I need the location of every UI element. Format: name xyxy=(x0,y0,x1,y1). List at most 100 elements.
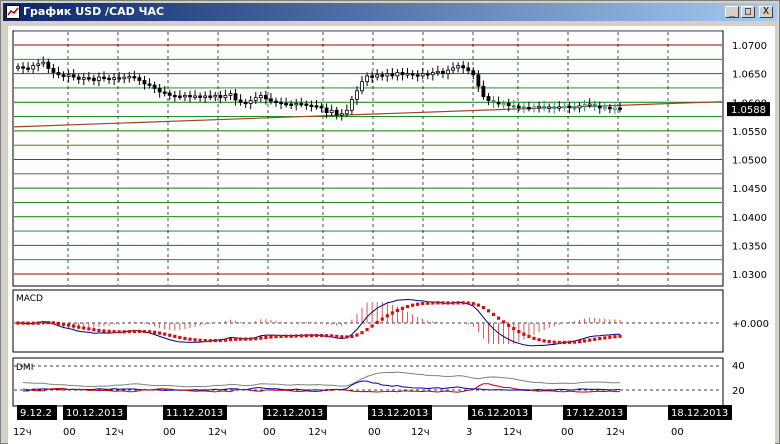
macd-signal-dot xyxy=(213,338,217,343)
candle-body xyxy=(31,65,36,70)
time-tick-label: 00 xyxy=(163,427,176,438)
current-price-label: 1.0588 xyxy=(731,105,766,116)
candle-body xyxy=(16,66,20,69)
macd-signal-dot xyxy=(608,335,612,339)
macd-panel-frame xyxy=(12,289,724,353)
candle-body xyxy=(162,91,167,94)
macd-signal-dot xyxy=(491,312,496,316)
macd-signal-dot xyxy=(92,328,96,332)
macd-signal-dot xyxy=(309,333,314,338)
candle-body xyxy=(213,94,218,98)
chart-canvas[interactable]: 1.07001.06501.06001.05501.05001.04501.04… xyxy=(8,26,775,444)
candle-body xyxy=(516,105,521,109)
candle-body xyxy=(385,73,390,77)
close-button[interactable]: X xyxy=(759,6,773,18)
candle-body xyxy=(597,105,602,109)
date-label: 18.12.2013 xyxy=(671,408,728,419)
price-level-label: 1.0650 xyxy=(732,70,767,81)
macd-signal-dot xyxy=(618,334,622,338)
macd-title: MACD xyxy=(16,294,43,304)
candle-body xyxy=(466,67,471,72)
candle-body xyxy=(299,102,304,106)
candle-body xyxy=(344,109,349,115)
macd-signal-dot xyxy=(72,324,76,328)
candle-body xyxy=(410,73,415,76)
candle-body xyxy=(456,65,461,69)
macd-signal-dot xyxy=(264,335,268,340)
macd-signal-dot xyxy=(345,335,349,339)
candle-body xyxy=(243,101,248,105)
candle-body xyxy=(71,74,76,78)
candle-body xyxy=(451,67,455,71)
maximize-button[interactable]: □ xyxy=(741,6,755,18)
candle-body xyxy=(203,95,208,98)
macd-signal-dot xyxy=(365,327,369,332)
price-axis: 1.07001.06501.06001.05501.05001.04501.04… xyxy=(732,41,767,281)
time-tick-label: 12ч xyxy=(503,427,522,438)
macd-signal-dot xyxy=(173,334,177,338)
candle-body xyxy=(395,72,400,77)
candle-body xyxy=(349,98,354,111)
macd-signal-dot xyxy=(289,334,293,338)
date-label: 16.12.2013 xyxy=(471,408,528,419)
chart-window: График USD /CAD ЧАС _ □ X 1.0700 1.0650 1.… xyxy=(0,0,780,444)
candle-body xyxy=(269,98,273,102)
date-label: 11.12.2013 xyxy=(166,408,223,419)
macd-signal-dot xyxy=(360,331,364,335)
candle-body xyxy=(238,99,243,103)
macd-signal-dot xyxy=(330,334,334,338)
candle-body xyxy=(81,77,86,80)
candle-body xyxy=(137,77,142,81)
time-tick-label: 00 xyxy=(263,427,276,438)
time-tick-label: 12ч xyxy=(13,427,32,438)
candle-body xyxy=(471,70,476,76)
candle-body xyxy=(304,103,309,106)
macd-signal-dot xyxy=(436,301,440,305)
macd-signal-dot xyxy=(36,321,40,325)
candle-body xyxy=(425,73,430,76)
candle-body xyxy=(587,103,592,106)
macd-signal-dot xyxy=(46,321,50,325)
candle-body xyxy=(117,77,122,80)
candle-body xyxy=(567,105,572,109)
candle-body xyxy=(107,77,111,81)
macd-signal-dot xyxy=(299,334,303,338)
macd-signal-dot xyxy=(370,324,374,328)
candle-body xyxy=(572,107,577,110)
macd-signal-dot xyxy=(31,321,35,325)
candle-body xyxy=(248,100,253,104)
macd-signal-dot xyxy=(238,337,243,341)
candle-body xyxy=(36,63,41,67)
title-bar[interactable]: График USD /CAD ЧАС _ □ X xyxy=(3,3,777,21)
macd-signal-dot xyxy=(102,329,106,333)
macd-signal-dot xyxy=(254,337,258,341)
macd-signal-dot xyxy=(77,325,81,329)
macd-signal-dot xyxy=(355,333,359,337)
candle-body xyxy=(365,75,369,83)
price-level-label: 1.0350 xyxy=(732,241,767,252)
candle-body xyxy=(223,94,228,99)
candle-body xyxy=(542,105,547,109)
candle-body xyxy=(183,94,187,98)
macd-signal-dot xyxy=(82,326,86,330)
macd-signal-dot xyxy=(562,340,566,345)
candle-body xyxy=(582,104,587,107)
minimize-button[interactable]: _ xyxy=(725,6,739,18)
macd-signal-dot xyxy=(193,338,197,342)
macd-signal-dot xyxy=(152,330,157,334)
date-label: 9.12.2 xyxy=(20,408,52,419)
macd-signal-dot xyxy=(603,336,607,340)
macd-signal-dot xyxy=(466,301,470,305)
candle-body xyxy=(430,72,435,76)
candle-body xyxy=(552,106,557,109)
candle-body xyxy=(46,61,51,69)
macd-signal-dot xyxy=(304,334,308,338)
macd-zero-label: +0.000 xyxy=(732,319,769,330)
macd-signal-dot xyxy=(532,336,536,340)
time-tick-label: 00 xyxy=(561,427,574,438)
macd-signal-dot xyxy=(527,334,531,339)
candle-body xyxy=(380,74,385,77)
macd-signal-dot xyxy=(507,323,511,327)
dmi-level-40: 40 xyxy=(732,361,745,372)
chart-area[interactable]: 1.07001.06501.06001.05501.05001.04501.04… xyxy=(8,26,775,444)
